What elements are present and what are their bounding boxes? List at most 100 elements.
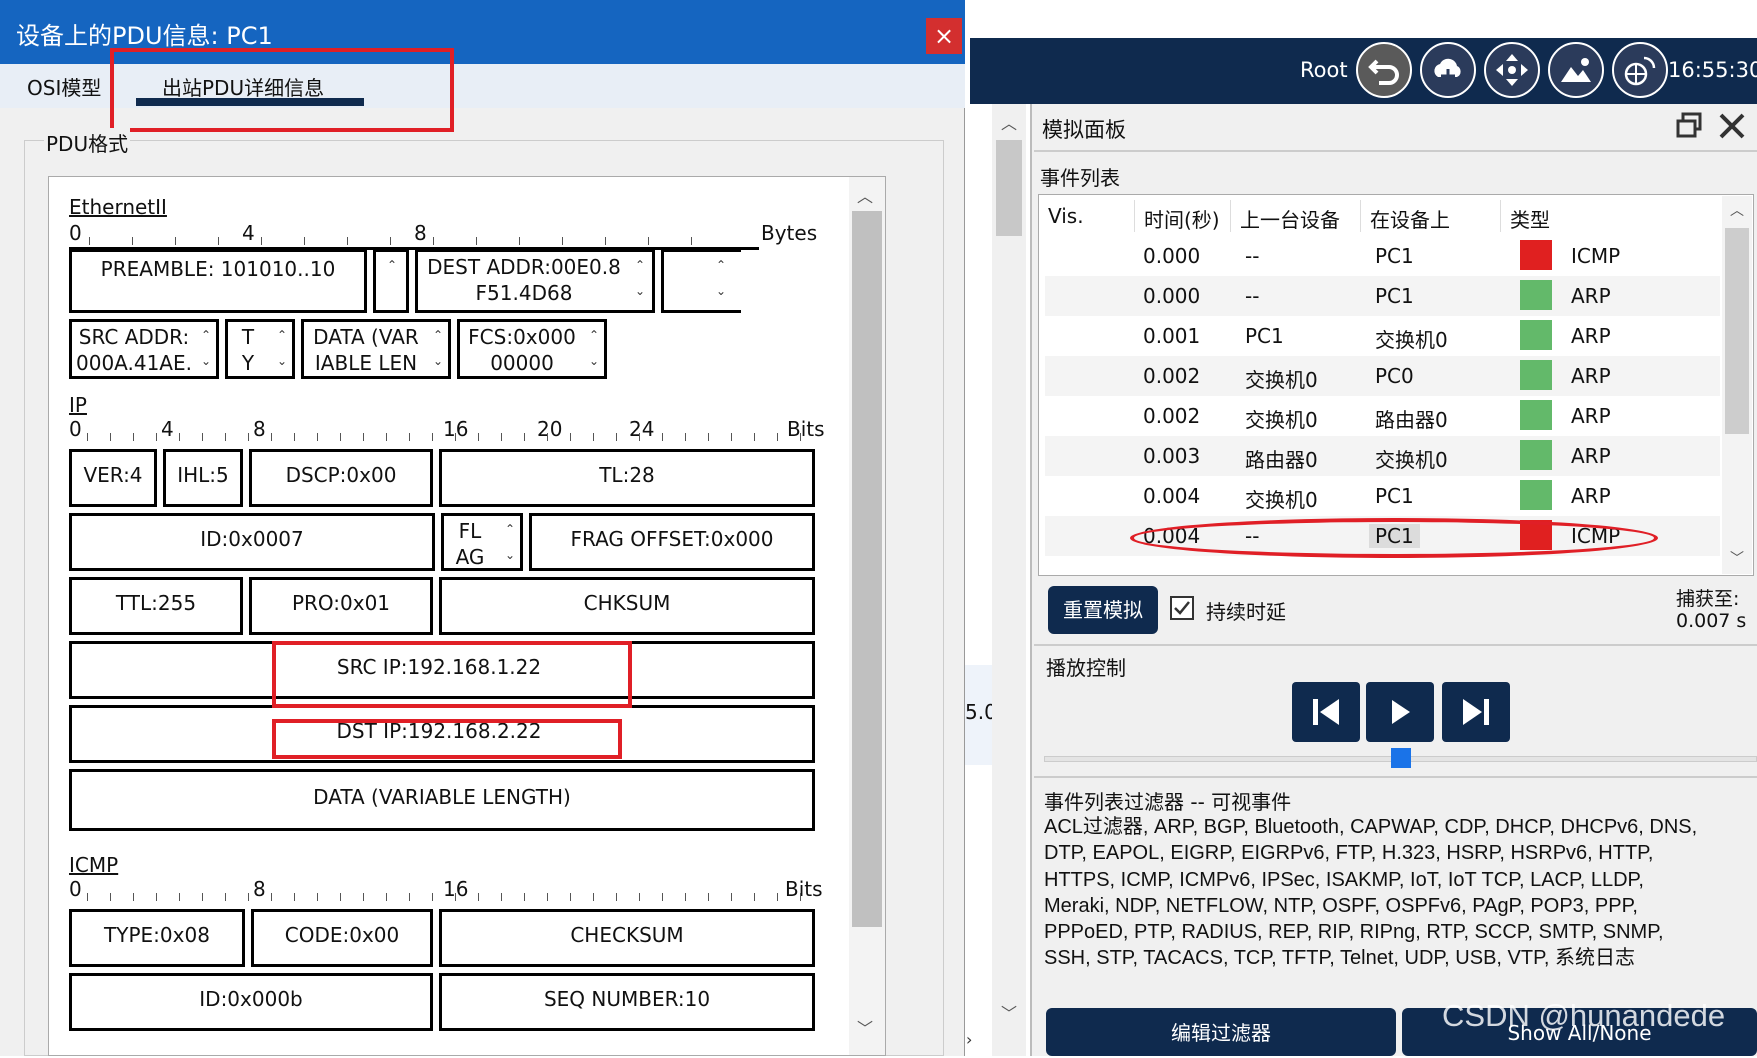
eth-data-spinner[interactable]: ⌃ ⌄ (428, 322, 448, 374)
dest-addr-line2: F51.4D68 (475, 281, 573, 305)
ruler-tick (347, 237, 348, 245)
ip-data-field: DATA (VARIABLE LENGTH) (69, 769, 815, 831)
scroll-right-icon[interactable]: › (966, 1030, 972, 1049)
ruler-tick (616, 893, 617, 901)
diagram-scroll-up-icon[interactable]: ︿ (857, 183, 873, 207)
flag-spinner[interactable]: ⌃ ⌄ (500, 516, 520, 568)
col-time[interactable]: 时间(秒) (1144, 204, 1220, 233)
chksum-field: CHKSUM (439, 577, 815, 635)
event-prev-device: 交换机0 (1245, 368, 1318, 392)
ruler-tick (433, 237, 434, 245)
ruler-tick (524, 893, 525, 901)
constant-delay-checkbox[interactable] (1170, 596, 1194, 620)
event-time: 0.004 (1143, 484, 1201, 508)
event-row[interactable]: 0.003 路由器0 交换机0 ARP (1045, 436, 1720, 476)
event-row[interactable]: 0.001 PC1 交换机0 ARP (1045, 316, 1720, 356)
ttl-field: TTL:255 (69, 577, 243, 635)
move-icon[interactable] (1484, 42, 1540, 98)
col-type[interactable]: 类型 (1510, 204, 1550, 233)
ruler-tick (455, 433, 456, 441)
sim-panel-title: 模拟面板 (1042, 118, 1126, 142)
type-spinner[interactable]: ⌃ ⌄ (272, 322, 292, 374)
playback-slider-thumb[interactable] (1390, 748, 1411, 768)
captured-value: 0.007 s (1676, 610, 1747, 632)
col-at-device[interactable]: 在设备上 (1370, 204, 1450, 233)
edit-filter-button[interactable]: 编辑过滤器 (1046, 1008, 1396, 1056)
diagram-scroll-thumb[interactable] (852, 211, 882, 927)
root-label[interactable]: Root (1300, 58, 1348, 82)
event-prev-device: 路由器0 (1245, 448, 1318, 472)
icmp-type-field: TYPE:0x08 (69, 909, 245, 967)
event-list-label: 事件列表 (1040, 166, 1120, 190)
ruler-tick (304, 237, 305, 245)
col-prev-device[interactable]: 上一台设备 (1240, 204, 1340, 233)
event-row[interactable]: 0.002 交换机0 路由器0 ARP (1045, 396, 1720, 436)
event-table-header: Vis. 时间(秒) 上一台设备 在设备上 类型 (1040, 196, 1705, 236)
ruler-tick (524, 433, 525, 441)
event-row[interactable]: 0.000 -- PC1 ARP (1045, 276, 1720, 316)
close-button[interactable]: × (926, 18, 962, 54)
extra-spinner[interactable]: ⌃ ⌄ (711, 252, 731, 304)
cloud-add-icon[interactable] (1420, 42, 1476, 98)
ruler-tick (593, 433, 594, 441)
event-type: ARP (1571, 324, 1611, 348)
fcs-spinner[interactable]: ⌃ ⌄ (584, 322, 604, 374)
preamble-value: PREAMBLE: 101010..10 (100, 257, 336, 281)
event-type-swatch (1520, 320, 1552, 350)
tab-outbound-pdu[interactable]: 出站PDU详细信息 (162, 72, 324, 101)
workspace-scrollbar[interactable] (992, 104, 1026, 1056)
ruler-tick (519, 237, 520, 245)
scroll-up-icon[interactable]: ︿ (1001, 110, 1017, 134)
play-button[interactable] (1366, 682, 1434, 742)
ruler-tick (175, 237, 176, 245)
ruler-tick (691, 237, 692, 245)
constant-delay-label[interactable]: 持续时延 (1206, 596, 1286, 625)
watermark: CSDN @hunandede (1442, 998, 1726, 1033)
filter-text: ACL过滤器, ARP, BGP, Bluetooth, CAPWAP, CDP… (1044, 816, 1698, 970)
col-vis[interactable]: Vis. (1048, 204, 1084, 228)
ruler-tick (547, 433, 548, 441)
workspace-scroll-thumb[interactable] (996, 140, 1022, 236)
event-at-device: PC1 (1375, 244, 1414, 268)
ethernet-extra-field[interactable]: ⌃ ⌄ (661, 249, 741, 313)
ruler-tick (800, 433, 801, 441)
ruler-tick (662, 433, 663, 441)
preamble-spinner[interactable]: ⌃ (373, 249, 409, 313)
step-back-button[interactable] (1292, 682, 1360, 742)
event-row[interactable]: 0.000 -- PC1 ICMP (1045, 236, 1720, 276)
src-addr-line2: 000A.41AE. (76, 351, 192, 375)
reset-simulation-button[interactable]: 重置模拟 (1048, 586, 1158, 634)
table-scroll-up-icon[interactable]: ︿ (1730, 200, 1744, 220)
event-row[interactable]: 0.004 交换机0 PC1 ARP (1045, 476, 1720, 516)
ruler-tick (476, 237, 477, 245)
event-time: 0.001 (1143, 324, 1201, 348)
ttl-value: TTL:255 (115, 591, 197, 615)
filter-scrollbar[interactable] (1728, 780, 1754, 1000)
event-type: ARP (1571, 484, 1611, 508)
src-addr-spinner[interactable]: ⌃ ⌄ (196, 322, 216, 374)
back-icon[interactable] (1356, 42, 1412, 98)
network-clock-icon[interactable] (1612, 42, 1668, 98)
icmp-seq-value: SEQ NUMBER:10 (543, 987, 711, 1011)
tab-osi-model[interactable]: OSI模型 (27, 72, 101, 101)
toolbar-top-strip (970, 0, 1757, 38)
close-panel-icon[interactable] (1718, 112, 1746, 140)
dest-addr-spinner[interactable]: ⌃ ⌄ (630, 252, 650, 304)
restore-icon[interactable] (1676, 112, 1702, 138)
ruler-tick (648, 237, 649, 245)
ruler-tick (294, 433, 295, 441)
step-forward-button[interactable] (1442, 682, 1510, 742)
image-icon[interactable] (1548, 42, 1604, 98)
ruler-tick (87, 433, 88, 441)
ruler-tick (386, 433, 387, 441)
scroll-down-icon[interactable]: ﹀ (1001, 1000, 1017, 1024)
icmp-checksum-value: CHECKSUM (570, 923, 684, 947)
table-scroll-thumb[interactable] (1725, 228, 1749, 434)
ruler-tick (218, 237, 219, 245)
ruler-tick (685, 893, 686, 901)
event-row[interactable]: 0.002 交换机0 PC0 ARP (1045, 356, 1720, 396)
src-addr-line1: SRC ADDR: (78, 325, 190, 349)
ruler-label: 0 (69, 417, 82, 441)
diagram-scroll-down-icon[interactable]: ﹀ (857, 1015, 873, 1039)
table-scroll-down-icon[interactable]: ﹀ (1730, 548, 1744, 568)
